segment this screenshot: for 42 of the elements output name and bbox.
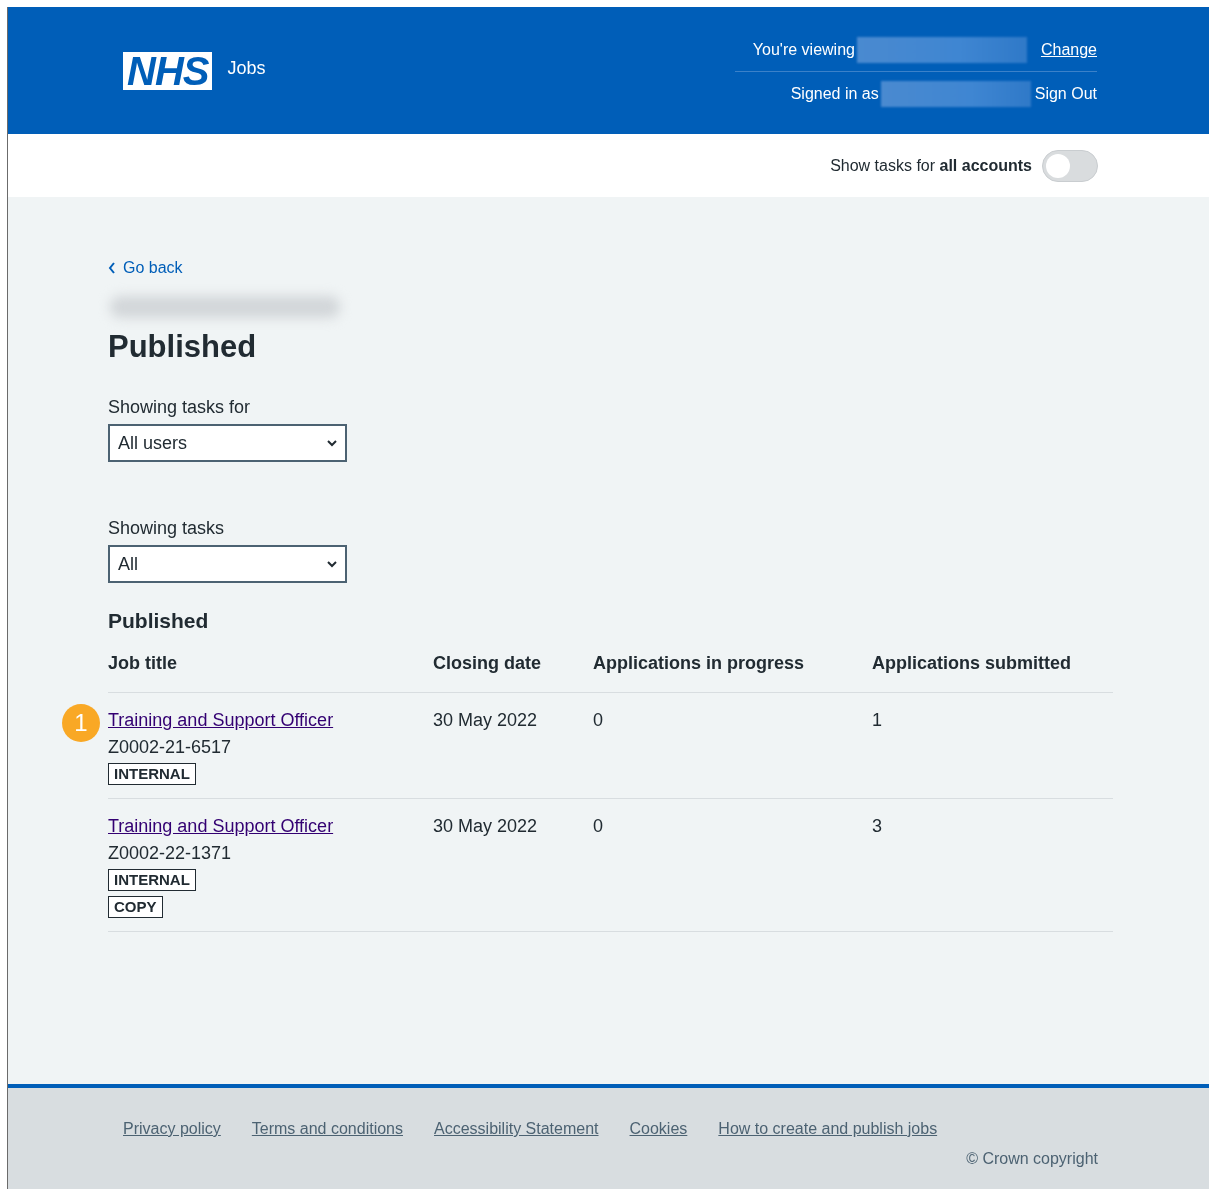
job-reference: Z0002-21-6517 bbox=[108, 737, 232, 759]
status-tag: INTERNAL bbox=[108, 869, 196, 892]
chevron-icon bbox=[327, 439, 337, 447]
footer-link[interactable]: Terms and conditions bbox=[251, 1120, 403, 1138]
back-link[interactable]: Go back bbox=[108, 259, 183, 277]
footer-link[interactable]: Accessibility Statement bbox=[434, 1120, 599, 1138]
chevron-left-icon bbox=[108, 262, 116, 274]
table-cell: 3 bbox=[872, 816, 882, 837]
footer-link[interactable]: How to create and publish jobs bbox=[718, 1120, 938, 1138]
footer-link[interactable]: Privacy policy bbox=[123, 1120, 221, 1138]
callout-marker: 1 bbox=[62, 704, 100, 743]
column-header: Job title bbox=[108, 653, 433, 694]
column-header: Applications submitted bbox=[872, 653, 1113, 694]
status-tag: INTERNAL bbox=[108, 763, 196, 786]
status-tag: COPY bbox=[108, 896, 163, 919]
select-field[interactable]: All bbox=[108, 545, 347, 584]
toggle-label: Show tasks for all accounts bbox=[830, 156, 1032, 175]
table-caption: Published bbox=[108, 609, 210, 634]
job-title-link[interactable]: Training and Support Officer bbox=[108, 710, 334, 732]
sign-out-link[interactable]: Sign Out bbox=[1034, 84, 1097, 103]
viewing-label: You're viewing bbox=[752, 40, 855, 59]
select-field[interactable]: All users bbox=[108, 424, 347, 463]
signed-in-label: Signed in as bbox=[790, 84, 879, 103]
table-cell: 1 bbox=[872, 710, 882, 731]
column-header: Applications in progress bbox=[593, 653, 872, 694]
copyright-text: © Crown copyright bbox=[966, 1150, 1098, 1167]
change-link[interactable]: Change bbox=[1040, 40, 1097, 59]
table-cell: 30 May 2022 bbox=[433, 710, 538, 731]
table-cell: 30 May 2022 bbox=[433, 816, 538, 837]
job-title-link[interactable]: Training and Support Officer bbox=[108, 816, 334, 838]
service-name: Jobs bbox=[227, 58, 266, 79]
nhs-logo[interactable]: NHS bbox=[123, 51, 213, 90]
column-header: Closing date bbox=[433, 653, 593, 694]
footer-link[interactable]: Cookies bbox=[629, 1120, 688, 1138]
table-cell: 0 bbox=[593, 710, 603, 731]
chevron-icon bbox=[327, 560, 337, 568]
job-reference: Z0002-22-1371 bbox=[108, 843, 232, 865]
table-cell: 0 bbox=[593, 816, 603, 837]
toggle-switch[interactable] bbox=[1042, 149, 1098, 182]
page-heading: Published bbox=[108, 328, 258, 366]
filter-label: Showing tasks bbox=[108, 518, 226, 540]
filter-label: Showing tasks for bbox=[108, 397, 252, 419]
